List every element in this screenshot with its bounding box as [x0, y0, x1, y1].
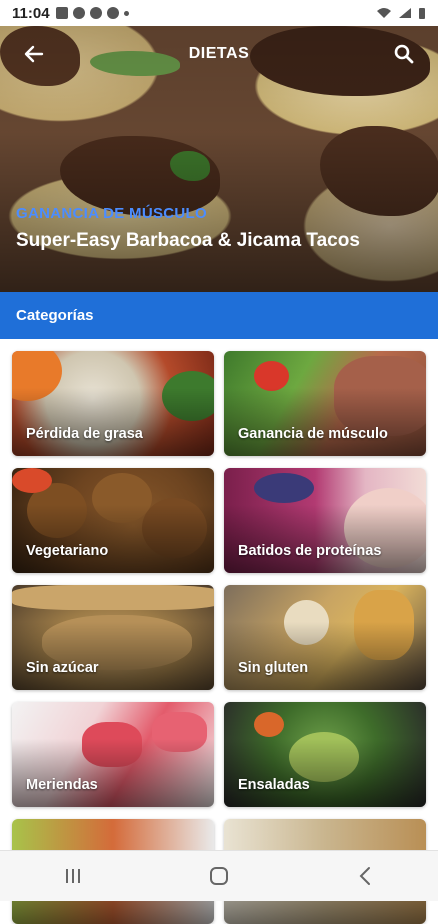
battery-icon — [419, 7, 425, 19]
categories-title: Categorías — [16, 307, 94, 324]
recent-apps-icon — [66, 869, 80, 883]
messenger-icon — [72, 7, 85, 19]
category-card-ensaladas[interactable]: Ensaladas — [224, 702, 426, 807]
category-label: Sin gluten — [238, 660, 309, 676]
home-icon — [210, 867, 228, 885]
categories-grid: Pérdida de grasa Ganancia de músculo Veg… — [12, 351, 426, 924]
category-card-sin-gluten[interactable]: Sin gluten — [224, 585, 426, 690]
arrow-left-icon[interactable] — [22, 42, 46, 66]
hero-title: Super-Easy Barbacoa & Jicama Tacos — [16, 230, 360, 251]
category-card-perdida-de-grasa[interactable]: Pérdida de grasa — [12, 351, 214, 456]
category-card-meriendas[interactable]: Meriendas — [12, 702, 214, 807]
recent-apps-button[interactable] — [53, 861, 93, 891]
whatsapp-icon — [106, 7, 119, 19]
category-label: Sin azúcar — [26, 660, 99, 676]
message-icon — [89, 7, 102, 19]
home-button[interactable] — [199, 861, 239, 891]
category-label: Pérdida de grasa — [26, 426, 143, 442]
hero-category: GANANCIA DE MÚSCULO — [16, 205, 207, 222]
category-label: Batidos de proteínas — [238, 543, 382, 559]
category-label: Ganancia de músculo — [238, 426, 388, 442]
app-bar: DIETAS — [0, 26, 438, 82]
categories-header: Categorías — [0, 292, 438, 339]
status-time: 11:04 — [12, 4, 50, 22]
category-card-vegetariano[interactable]: Vegetariano — [12, 468, 214, 573]
category-label: Meriendas — [26, 777, 98, 793]
system-back-button[interactable] — [345, 861, 385, 891]
search-icon[interactable] — [392, 42, 416, 66]
category-card-sin-azucar[interactable]: Sin azúcar — [12, 585, 214, 690]
image-icon — [55, 7, 68, 19]
page-title: DIETAS — [188, 45, 250, 62]
category-label: Vegetariano — [26, 543, 109, 559]
hero-text[interactable]: GANANCIA DE MÚSCULO Super-Easy Barbacoa … — [16, 205, 360, 252]
system-nav-bar — [0, 850, 438, 901]
category-label: Ensaladas — [238, 777, 310, 793]
wifi-icon — [377, 8, 391, 18]
back-icon — [359, 867, 370, 885]
category-card-ganancia-de-musculo[interactable]: Ganancia de músculo — [224, 351, 426, 456]
category-card-batidos-de-proteinas[interactable]: Batidos de proteínas — [224, 468, 426, 573]
status-bar: 11:04 — [0, 0, 438, 26]
dot-icon — [123, 10, 129, 16]
signal-icon — [399, 8, 411, 18]
